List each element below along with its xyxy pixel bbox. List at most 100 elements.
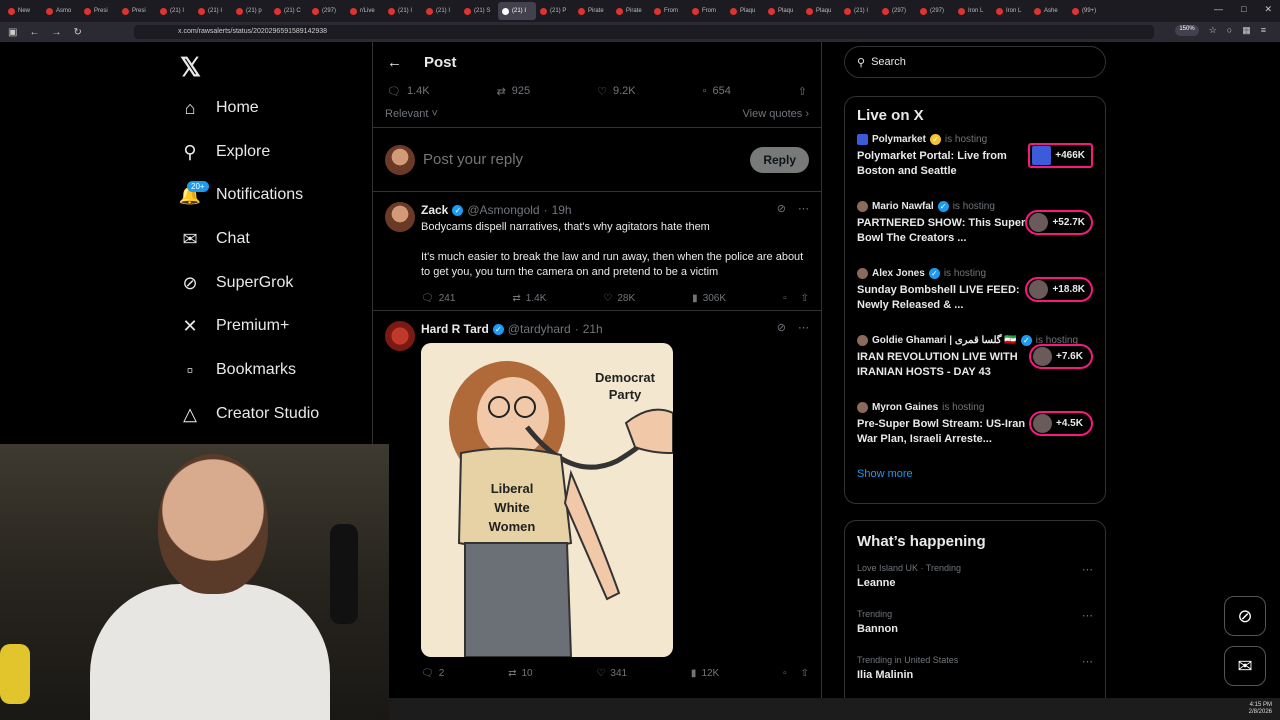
- tweet-author-name[interactable]: Zack: [421, 203, 448, 217]
- views-button[interactable]: ▮ 12K: [691, 668, 719, 679]
- live-item[interactable]: Mario Nawfal ✓ is hosting PARTNERED SHOW…: [845, 198, 1105, 265]
- grok-icon[interactable]: ⊘: [777, 202, 786, 215]
- live-count-badge[interactable]: +52.7K: [1025, 210, 1093, 235]
- post-reposts-button[interactable]: ⇄ 925: [497, 85, 531, 98]
- repost-button[interactable]: ⇄ 1.4K: [512, 293, 546, 304]
- address-bar[interactable]: x.com/rawsalerts/status/2020296591589142…: [134, 25, 1154, 39]
- x-logo-icon[interactable]: 𝕏: [180, 52, 201, 83]
- share-button[interactable]: ⇧: [798, 85, 807, 98]
- post-likes-button[interactable]: ♡ 9.2K: [597, 85, 636, 98]
- browser-tab[interactable]: (21) P: [536, 2, 574, 20]
- browser-tab-active[interactable]: (21) I: [498, 2, 536, 20]
- browser-tab[interactable]: From: [650, 2, 688, 20]
- nav-item-premium[interactable]: ✕ Premium+: [180, 310, 289, 342]
- live-count-badge[interactable]: +7.6K: [1029, 344, 1093, 369]
- post-replies-button[interactable]: 🗨 1.4K: [387, 85, 430, 98]
- nav-item-creator-studio[interactable]: △ Creator Studio: [180, 398, 319, 430]
- account-icon[interactable]: ○: [1227, 25, 1232, 36]
- browser-tab[interactable]: Iron L: [954, 2, 992, 20]
- extensions-icon[interactable]: ▦: [1242, 25, 1251, 36]
- nav-item-explore[interactable]: ⚲ Explore: [180, 136, 270, 168]
- view-quotes-link[interactable]: View quotes ›: [743, 108, 809, 127]
- trend-item[interactable]: Trending in United States Ilia Malinin ⋯: [845, 655, 1105, 701]
- live-item[interactable]: Alex Jones ✓ is hosting Sunday Bombshell…: [845, 265, 1105, 332]
- menu-icon[interactable]: ≡: [1261, 25, 1266, 36]
- grok-floating-button[interactable]: ⊘: [1224, 596, 1266, 636]
- browser-tab[interactable]: Pirate: [612, 2, 650, 20]
- more-options-icon[interactable]: ⋯: [1082, 563, 1093, 576]
- browser-tab[interactable]: (297): [878, 2, 916, 20]
- avatar[interactable]: [385, 202, 415, 232]
- live-item[interactable]: Myron Gaines is hosting Pre-Super Bowl S…: [845, 399, 1105, 466]
- trend-item[interactable]: Love Island UK · Trending Leanne ⋯: [845, 563, 1105, 609]
- tweet-author-name[interactable]: Hard R Tard: [421, 322, 489, 336]
- nav-item-notifications[interactable]: 🔔 20+ Notifications: [179, 179, 303, 211]
- tweet-image[interactable]: Democrat Party Liberal White Women: [421, 343, 673, 657]
- browser-tab[interactable]: Ashe: [1030, 2, 1068, 20]
- browser-tab[interactable]: (21) I: [384, 2, 422, 20]
- browser-tab[interactable]: (21) I: [422, 2, 460, 20]
- live-count-badge[interactable]: +466K: [1028, 143, 1093, 168]
- browser-tab[interactable]: Plaqu: [764, 2, 802, 20]
- share-icon[interactable]: ⇧: [801, 668, 809, 679]
- reply-button[interactable]: 🗨 2: [421, 668, 444, 679]
- browser-tab[interactable]: r/Live: [346, 2, 384, 20]
- bookmark-star-icon[interactable]: ☆: [1209, 25, 1217, 36]
- reply-button[interactable]: 🗨 241: [421, 293, 455, 304]
- trend-item[interactable]: Trending Bannon ⋯: [845, 609, 1105, 655]
- repost-button[interactable]: ⇄ 10: [508, 668, 533, 679]
- browser-tab[interactable]: (297): [308, 2, 346, 20]
- live-count-badge[interactable]: +18.8K: [1025, 277, 1093, 302]
- tweet[interactable]: Hard R Tard ✓ @tardyhard · 21h Democrat …: [373, 311, 821, 685]
- show-more-link[interactable]: Show more: [845, 466, 1105, 494]
- bookmark-icon[interactable]: ▫: [783, 293, 787, 304]
- tweet-author-handle[interactable]: @tardyhard: [508, 322, 571, 336]
- reply-input[interactable]: Post your reply: [423, 151, 742, 168]
- browser-tab[interactable]: (21) S: [460, 2, 498, 20]
- nav-item-supergrok[interactable]: ⊘ SuperGrok: [180, 267, 293, 299]
- more-options-icon[interactable]: ⋯: [798, 202, 809, 215]
- grok-icon[interactable]: ⊘: [777, 321, 786, 334]
- nav-item-bookmarks[interactable]: ▫ Bookmarks: [180, 354, 296, 386]
- views-button[interactable]: ▮ 306K: [692, 293, 726, 304]
- browser-tab[interactable]: (21) I: [840, 2, 878, 20]
- live-item[interactable]: Polymarket ✓ is hosting Polymarket Porta…: [845, 131, 1105, 198]
- browser-tab[interactable]: (99+): [1068, 2, 1106, 20]
- back-arrow-icon[interactable]: ←: [387, 54, 402, 71]
- messages-floating-button[interactable]: ✉: [1224, 646, 1266, 686]
- browser-tab[interactable]: From: [688, 2, 726, 20]
- browser-tab[interactable]: (21) p: [232, 2, 270, 20]
- tweet[interactable]: Zack ✓ @Asmongold · 19h Bodycams dispell…: [373, 192, 821, 311]
- bookmark-icon[interactable]: ▫: [783, 668, 787, 679]
- reload-icon[interactable]: ↻: [73, 27, 81, 38]
- tweet-time[interactable]: 19h: [552, 203, 572, 217]
- back-icon[interactable]: ←: [29, 27, 39, 38]
- reply-button[interactable]: Reply: [750, 146, 809, 173]
- browser-tab[interactable]: Presi: [118, 2, 156, 20]
- browser-tab[interactable]: (297): [916, 2, 954, 20]
- browser-tab[interactable]: (21) I: [156, 2, 194, 20]
- browser-tab[interactable]: Presi: [80, 2, 118, 20]
- more-options-icon[interactable]: ⋯: [1082, 655, 1093, 668]
- avatar[interactable]: [385, 321, 415, 351]
- like-button[interactable]: ♡ 341: [596, 668, 627, 679]
- browser-tab[interactable]: Plaqu: [726, 2, 764, 20]
- live-count-badge[interactable]: +4.5K: [1029, 411, 1093, 436]
- maximize-icon[interactable]: □: [1241, 4, 1246, 15]
- tweet-author-handle[interactable]: @Asmongold: [467, 203, 539, 217]
- zoom-indicator[interactable]: 150%: [1175, 25, 1199, 36]
- browser-tab[interactable]: (21) C: [270, 2, 308, 20]
- search-input[interactable]: ⚲ Search: [844, 46, 1106, 78]
- post-bookmarks-button[interactable]: ▫ 654: [703, 85, 731, 97]
- browser-tab[interactable]: Iron L: [992, 2, 1030, 20]
- sort-dropdown[interactable]: Relevant ˅: [385, 108, 438, 127]
- tweet-time[interactable]: 21h: [583, 322, 603, 336]
- live-item[interactable]: Goldie Ghamari | گلسا قمری 🇮🇷 ✓ is hosti…: [845, 332, 1105, 399]
- minimize-icon[interactable]: —: [1214, 4, 1223, 15]
- browser-tab[interactable]: Pirate: [574, 2, 612, 20]
- more-options-icon[interactable]: ⋯: [1082, 609, 1093, 622]
- nav-item-chat[interactable]: ✉ Chat: [180, 223, 249, 255]
- more-options-icon[interactable]: ⋯: [798, 321, 809, 334]
- nav-item-home[interactable]: ⌂ Home: [180, 92, 259, 124]
- avatar[interactable]: [385, 144, 415, 175]
